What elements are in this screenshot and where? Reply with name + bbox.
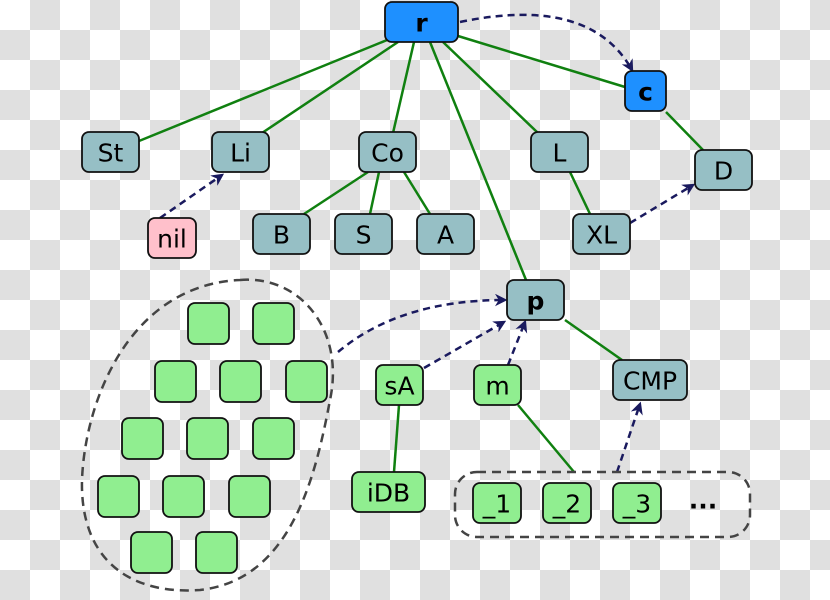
node-label: D (714, 157, 733, 186)
ref-XL-D (629, 183, 696, 225)
node-L: L (530, 131, 589, 173)
edge-Co-A (402, 171, 432, 215)
node-Li: Li (211, 131, 270, 173)
node-_2: _2 (542, 482, 592, 524)
node-Co: Co (358, 131, 417, 173)
unlabeled-green-node (154, 360, 197, 403)
node-D: D (694, 149, 753, 191)
node-label: sA (384, 372, 414, 401)
edge-r-Co (391, 41, 416, 134)
ref-group-CMP (615, 401, 643, 473)
node-label: Co (371, 139, 404, 168)
node-label: A (437, 221, 454, 250)
node-r: r (384, 1, 459, 43)
node-label: iDB (367, 479, 410, 508)
edge-m-group (517, 404, 575, 473)
node-CMP: CMP (612, 359, 688, 401)
edge-Co-S (368, 171, 381, 215)
node-XL: XL (572, 213, 631, 255)
node-_3: _3 (612, 482, 662, 524)
node-B: B (252, 213, 311, 255)
ref-sA-p (423, 320, 507, 370)
node-sA: sA (375, 364, 424, 406)
unlabeled-green-node (228, 475, 271, 518)
node-label: Li (230, 139, 251, 168)
edge-r-St (138, 36, 393, 143)
edge-c-D (665, 111, 704, 151)
node-label: _1 (482, 490, 511, 519)
node-label: nil (157, 225, 187, 254)
unlabeled-green-node (186, 417, 229, 460)
diagram: r c St Li Co L Dnil B S A XL p sA m CMP iDB _1 _2 _3 ... (80, 1, 753, 592)
unlabeled-green-node (130, 531, 173, 574)
unlabeled-green-node (187, 302, 230, 345)
node-label: m (485, 372, 509, 401)
node-label: c (638, 78, 653, 107)
unlabeled-green-node (252, 417, 295, 460)
node-label: CMP (623, 367, 677, 396)
node-iDB: iDB (351, 471, 426, 513)
node-A: A (416, 213, 475, 255)
node-_1: _1 (472, 482, 522, 524)
unlabeled-green-node (219, 360, 262, 403)
node-label: S (356, 221, 372, 250)
unlabeled-green-node (285, 360, 328, 403)
node-c: c (624, 70, 667, 112)
ref-group-p (337, 293, 508, 353)
node-label: r (415, 9, 428, 38)
green-cluster (97, 302, 328, 574)
node-label: B (273, 221, 290, 250)
node-label: _3 (622, 490, 651, 519)
unlabeled-green-node (252, 302, 295, 345)
edge-r-Li (261, 40, 399, 135)
unlabeled-green-node (97, 475, 140, 518)
nodes: r c St Li Co L Dnil B S A XL p sA m CMP iDB _1 _2 _3 (81, 1, 753, 524)
node-m: m (473, 364, 522, 406)
edge-p-CMP (564, 318, 623, 362)
node-p: p (506, 279, 565, 321)
node-label: XL (586, 221, 617, 250)
node-label: St (98, 139, 124, 168)
unlabeled-green-node (121, 417, 164, 460)
edge-L-XL (568, 171, 592, 215)
unlabeled-green-node (162, 475, 205, 518)
edge-Co-B (303, 170, 369, 216)
node-label: p (527, 287, 545, 316)
ellipsis: ... (689, 486, 718, 515)
node-label: L (553, 139, 567, 168)
node-St: St (81, 131, 140, 173)
edge-sA-iDB (392, 404, 401, 473)
node-S: S (334, 213, 393, 255)
node-label: _2 (552, 490, 581, 519)
ref-m-p (506, 319, 528, 366)
unlabeled-green-node (195, 531, 238, 574)
node-nil: nil (147, 217, 197, 259)
ref-nil-Li (159, 173, 225, 220)
